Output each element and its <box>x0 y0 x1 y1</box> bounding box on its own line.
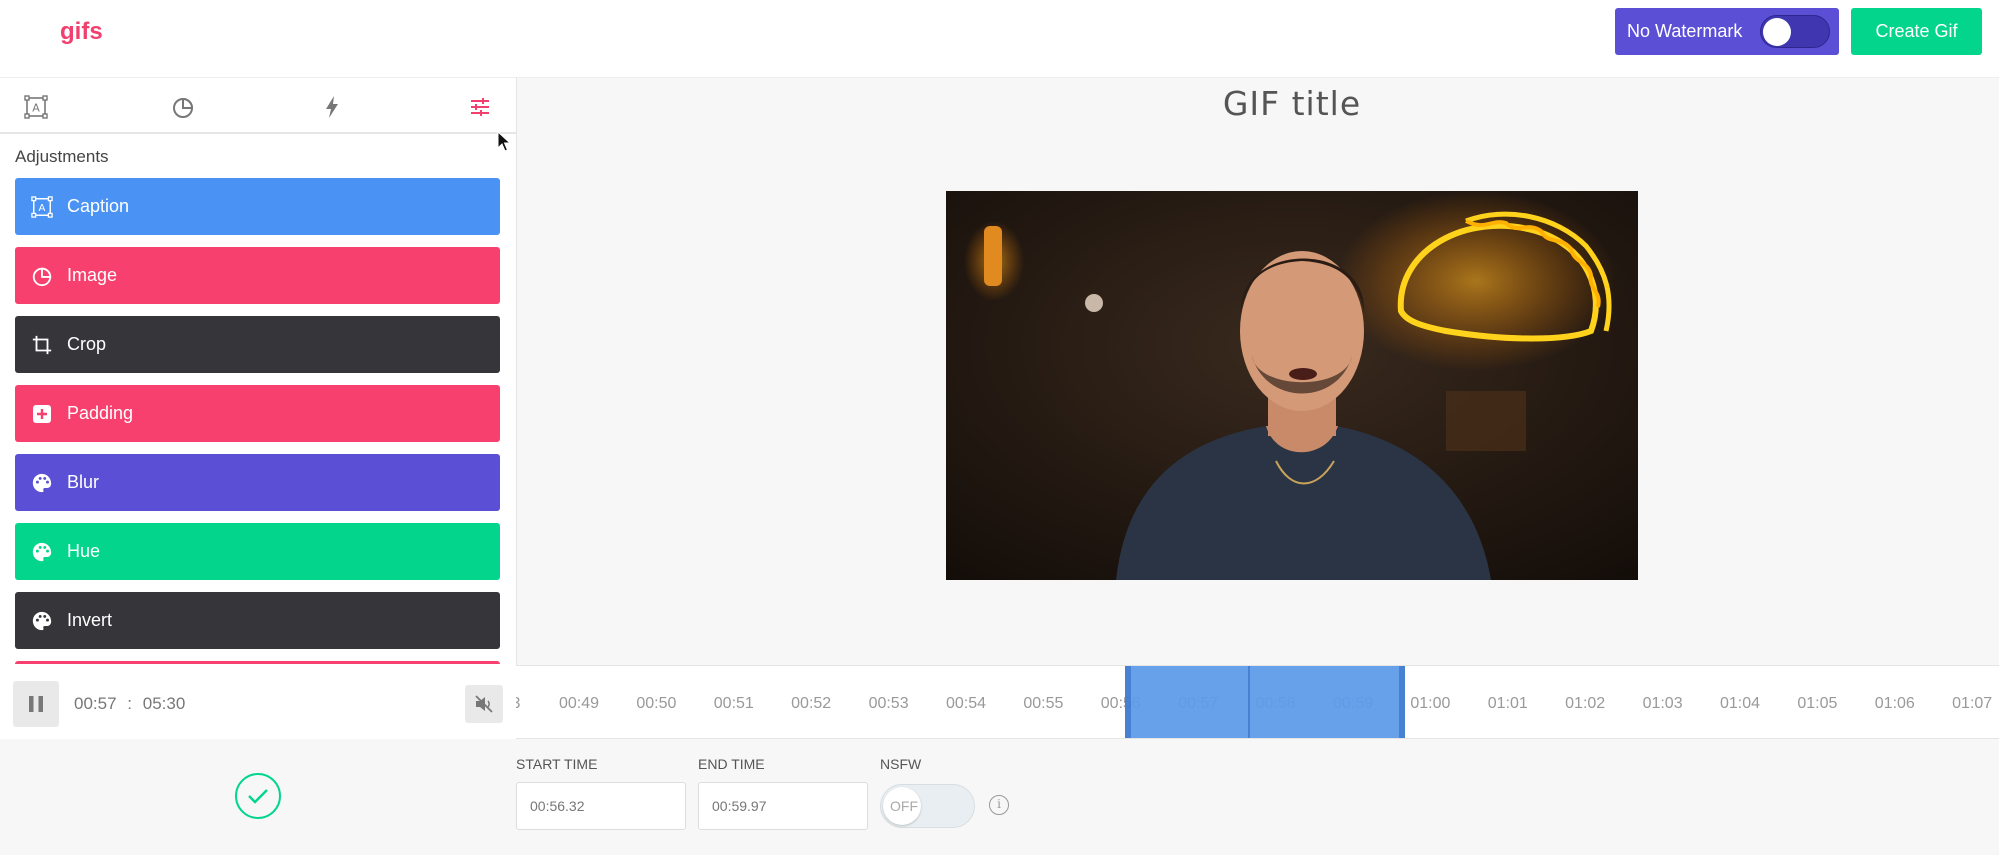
current-time: 00:57 <box>74 694 117 713</box>
tab-image[interactable] <box>168 92 198 122</box>
adjustment-image[interactable]: Image <box>15 247 500 304</box>
app-logo[interactable]: gifs <box>60 18 103 46</box>
check-icon <box>248 789 268 804</box>
no-watermark-label: No Watermark <box>1627 21 1743 41</box>
palette-icon <box>29 539 55 565</box>
nsfw-label: NSFW <box>880 756 922 772</box>
caption-icon: A <box>29 194 55 220</box>
pause-button[interactable] <box>13 681 59 727</box>
start-time-input[interactable]: 00:56.32 <box>516 782 686 830</box>
plus-square-icon <box>29 401 55 427</box>
sidebar: A Adjustments A Caption Image Crop Paddi… <box>0 78 516 738</box>
timeline-tick: 01:02 <box>1565 695 1606 712</box>
timeline-tick: 00:52 <box>791 695 832 712</box>
tab-adjustments[interactable] <box>465 92 495 122</box>
adjustment-label: Caption <box>67 196 130 216</box>
timeline-tick: 00:55 <box>1023 695 1064 712</box>
playback-time: 00:57 : 05:30 <box>74 694 185 714</box>
adjustments-list: A Caption Image Crop Padding Blur Hue In… <box>15 178 500 664</box>
playhead[interactable] <box>1248 666 1250 738</box>
adjustment-label: Padding <box>67 403 134 423</box>
adjustment-label: Crop <box>67 334 107 354</box>
adjustment-invert[interactable]: Invert <box>15 592 500 649</box>
top-bar: gifs No Watermark Create Gif <box>0 0 1999 78</box>
tool-tabs: A <box>0 78 516 134</box>
tab-effects[interactable] <box>317 92 347 122</box>
timeline-tick: 01:00 <box>1410 695 1451 712</box>
pie-icon <box>173 97 194 118</box>
muted-speaker-icon <box>475 695 493 713</box>
video-preview[interactable] <box>946 191 1638 580</box>
adjustment-blur[interactable]: Blur <box>15 454 500 511</box>
info-icon[interactable]: i <box>989 795 1009 815</box>
timeline-tick: 01:06 <box>1874 695 1915 712</box>
timeline-tick: 00:51 <box>713 695 754 712</box>
timeline-tick: 01:07 <box>1952 695 1993 712</box>
adjustment-crop[interactable]: Crop <box>15 316 500 373</box>
timeline-tick: 00:54 <box>945 695 987 712</box>
timeline-tick: 00:53 <box>868 695 909 712</box>
preview-stage: GIF title <box>516 78 1999 666</box>
lightning-icon <box>326 96 338 118</box>
total-duration: 05:30 <box>142 694 186 713</box>
tab-caption[interactable]: A <box>21 92 51 122</box>
timeline-tick: 01:05 <box>1797 695 1838 712</box>
mouse-cursor-icon <box>497 131 511 152</box>
adjustment-hue[interactable]: Hue <box>15 523 500 580</box>
pie-icon <box>29 263 55 289</box>
no-watermark-toggle[interactable]: No Watermark <box>1615 8 1839 55</box>
confirm-button[interactable] <box>235 773 281 819</box>
adjustment-padding[interactable]: Padding <box>15 385 500 442</box>
end-time-input[interactable]: 00:59.97 <box>698 782 868 830</box>
start-time-label: START TIME <box>516 756 598 772</box>
caption-frame-icon: A <box>24 95 48 119</box>
pause-icon <box>29 696 43 712</box>
timeline-selection[interactable] <box>1125 666 1405 738</box>
svg-text:A: A <box>32 102 40 115</box>
adjustment-partial[interactable] <box>15 661 500 664</box>
timeline-tick: 01:01 <box>1487 695 1528 712</box>
bottom-panel: START TIME 00:56.32 END TIME 00:59.97 NS… <box>0 739 1999 855</box>
svg-text:A: A <box>39 203 46 214</box>
sliders-icon <box>471 98 489 116</box>
timeline-tick: 00:49 <box>558 695 600 712</box>
palette-icon <box>29 608 55 634</box>
palette-icon <box>29 470 55 496</box>
adjustment-label: Image <box>67 265 118 285</box>
mute-button[interactable] <box>465 685 503 723</box>
timeline-tick: 01:03 <box>1642 695 1683 712</box>
adjustment-label: Invert <box>67 610 113 630</box>
adjustment-label: Hue <box>67 541 101 561</box>
time-separator: : <box>127 694 133 713</box>
end-time-label: END TIME <box>698 756 765 772</box>
timeline-tick: 3 <box>516 695 546 713</box>
adjustment-label: Blur <box>67 472 100 492</box>
watermark-switch[interactable] <box>1760 15 1830 48</box>
timeline-tick: 01:04 <box>1719 695 1761 712</box>
crop-icon <box>29 332 55 358</box>
nsfw-toggle[interactable]: OFF <box>880 784 975 828</box>
create-gif-button[interactable]: Create Gif <box>1851 8 1982 55</box>
player-controls: 00:57 : 05:30 <box>0 665 516 739</box>
gif-title[interactable]: GIF title <box>517 84 1999 123</box>
nsfw-state: OFF <box>890 798 918 814</box>
video-frame-image <box>946 191 1638 580</box>
adjustment-caption[interactable]: A Caption <box>15 178 500 235</box>
timeline-scrubber[interactable]: 300:4900:5000:5100:5200:5300:5400:5500:5… <box>516 665 1999 739</box>
timeline-tick: 00:50 <box>636 695 677 712</box>
adjustments-heading: Adjustments <box>15 147 109 166</box>
switch-knob <box>1763 18 1791 46</box>
